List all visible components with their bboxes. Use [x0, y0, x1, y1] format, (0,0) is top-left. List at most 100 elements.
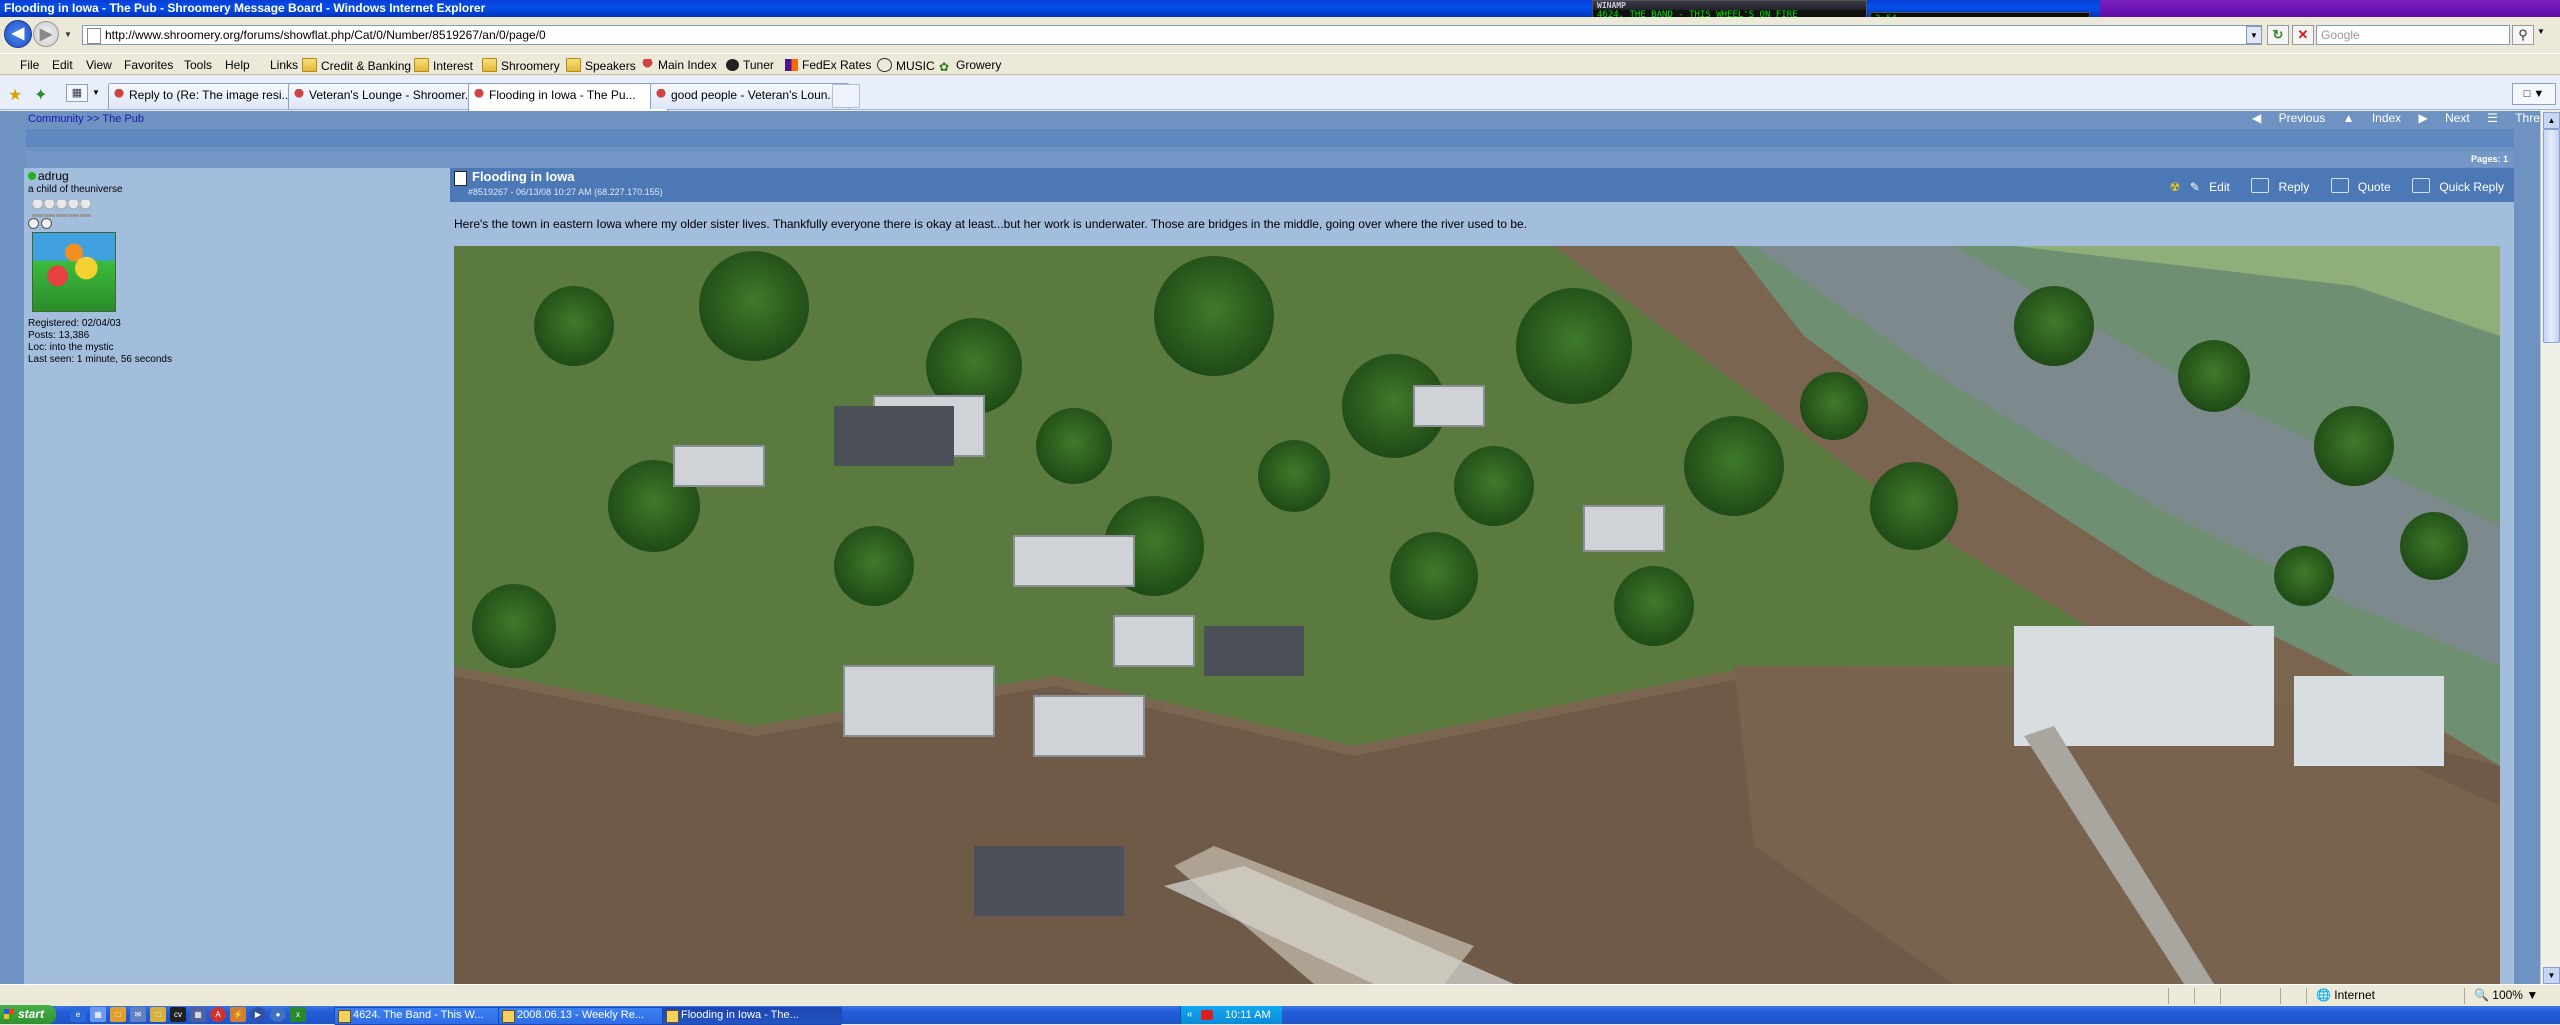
mushroom-rank-icon [56, 200, 67, 217]
quick-tabs-button[interactable]: ▦ [66, 84, 88, 102]
menu-favorites[interactable]: Favorites [124, 58, 173, 72]
author-registered: Registered: 02/04/03 [28, 318, 121, 329]
link-label: Tuner [743, 58, 774, 72]
tab-veterans-lounge[interactable]: Veteran's Lounge - Shroomer... [288, 83, 486, 109]
mail-quicklaunch-icon[interactable]: ✉ [130, 1007, 146, 1022]
link-shroomery[interactable]: Shroomery [482, 58, 560, 73]
window-title-bar[interactable]: Flooding in Iowa - The Pub - Shroomery M… [0, 0, 2560, 17]
index-link[interactable]: ▲ Index [2343, 111, 2402, 125]
taskbar-item-weekly-report[interactable]: 2008.06.13 - Weekly Re... [498, 1007, 676, 1025]
link-tuner[interactable]: Tuner [726, 58, 774, 72]
breadcrumb-the-pub[interactable]: The Pub [102, 113, 144, 125]
mushroom-icon [293, 89, 305, 101]
forward-button[interactable]: ▶ [33, 21, 59, 47]
stop-button[interactable]: ✕ [2292, 25, 2314, 45]
menu-tools[interactable]: Tools [184, 58, 212, 72]
link-interest[interactable]: Interest [414, 58, 473, 73]
address-dropdown-button[interactable]: ▼ [2246, 26, 2262, 44]
search-button[interactable]: ⚲ [2512, 25, 2534, 45]
link-fedex-rates[interactable]: FedEx Rates [785, 58, 871, 72]
mushroom-rank-icon [80, 200, 91, 217]
link-music[interactable]: MUSIC [877, 58, 935, 73]
tray-app-icon[interactable] [1201, 1010, 1213, 1020]
author-tagline: a child of theuniverse [28, 184, 123, 195]
menu-help[interactable]: Help [225, 58, 250, 72]
new-tab-button[interactable] [832, 84, 860, 108]
explorer-quicklaunch-icon[interactable]: ▦ [90, 1007, 106, 1022]
edit-button[interactable]: ✎ Edit [2190, 180, 2230, 194]
link-main-index[interactable]: Main Index [641, 58, 717, 72]
files-quicklaunch-icon[interactable]: □ [150, 1007, 166, 1022]
flood-aerial-photo[interactable] [454, 246, 2500, 984]
link-label: MUSIC [896, 59, 935, 73]
reply-button[interactable]: Reply [2279, 180, 2310, 194]
pages-bar: Pages: 1 [26, 151, 2514, 167]
status-divider [2168, 988, 2169, 1004]
online-status-icon [28, 172, 36, 180]
ie-quicklaunch-icon[interactable]: e [70, 1007, 86, 1022]
previous-link[interactable]: ◀ Previous [2252, 111, 2325, 125]
task-label: 2008.06.13 - Weekly Re... [517, 1009, 644, 1021]
app-quicklaunch-icon[interactable]: ▦ [190, 1007, 206, 1022]
breadcrumb-community[interactable]: Community [28, 113, 84, 125]
add-favorite-icon[interactable]: ✦ [34, 85, 47, 105]
recent-pages-dropdown[interactable]: ▼ [64, 30, 72, 39]
ie-icon [666, 1010, 679, 1023]
media-quicklaunch-icon[interactable]: ▶ [250, 1007, 266, 1022]
folder-icon [566, 58, 581, 72]
scroll-thumb[interactable] [2543, 129, 2560, 343]
zoom-level[interactable]: 🔍 100% ▼ [2474, 988, 2538, 1002]
next-link[interactable]: ▶ Next [2419, 111, 2470, 125]
show-hidden-icons-chevron-icon[interactable]: « [1187, 1006, 1193, 1024]
mushroom-rank-icon [44, 200, 55, 217]
favorites-star-icon[interactable]: ★ [8, 85, 22, 105]
tab-good-people[interactable]: good people - Veteran's Loun... [650, 83, 850, 109]
pages-label[interactable]: Pages: 1 [2471, 154, 2508, 164]
breadcrumb-separator: >> [86, 113, 100, 125]
quick-reply-button[interactable]: Quick Reply [2439, 180, 2504, 194]
menu-bar: File Edit View Favorites Tools Help Link… [0, 53, 2560, 75]
link-growery[interactable]: ✿ Growery [939, 58, 1001, 73]
globe-quicklaunch-icon[interactable]: ● [270, 1007, 286, 1022]
security-zone[interactable]: 🌐 Internet [2316, 988, 2375, 1002]
refresh-button[interactable]: ↻ [2267, 25, 2289, 45]
folder-icon [482, 58, 497, 72]
address-input[interactable]: http://www.shroomery.org/forums/showflat… [82, 25, 2262, 45]
tab-list-dropdown[interactable]: ▼ [92, 88, 100, 97]
tab-label: Reply to (Re: The image resi... [129, 88, 292, 102]
thread-navigation: ◀ Previous ▲ Index ▶ Next ☰ Threaded [2238, 111, 2560, 125]
mushroom-icon [641, 59, 654, 71]
search-input[interactable]: Google [2316, 25, 2510, 45]
page-menu-button[interactable]: □ ▼ [2512, 83, 2556, 105]
scroll-down-arrow-icon[interactable]: ▼ [2543, 967, 2560, 984]
status-bar: 🌐 Internet 🔍 100% ▼ [0, 984, 2560, 1006]
taskbar-item-winamp[interactable]: 4624. The Band - This W... [334, 1007, 512, 1025]
clock[interactable]: 10:11 AM [1225, 1006, 1271, 1024]
tab-flooding-in-iowa[interactable]: Flooding in Iowa - The Pu...✕ [468, 83, 668, 111]
edit-label: Edit [2209, 180, 2230, 194]
terminal-quicklaunch-icon[interactable]: cv [170, 1007, 186, 1022]
link-credit-banking[interactable]: Credit & Banking [302, 58, 411, 73]
radioactive-icon[interactable]: ☢ [2170, 180, 2181, 194]
tab-reply[interactable]: Reply to (Re: The image resi... [108, 83, 306, 109]
excel-quicklaunch-icon[interactable]: x [290, 1007, 306, 1022]
author-name[interactable]: adrug [38, 169, 69, 183]
menu-file[interactable]: File [20, 58, 39, 72]
taskbar-item-flooding-in-iowa[interactable]: Flooding in Iowa - The... [662, 1007, 842, 1025]
back-button[interactable]: ◀ [4, 20, 32, 48]
menu-edit[interactable]: Edit [52, 58, 73, 72]
search-options-dropdown[interactable]: ▼ [2537, 27, 2545, 36]
status-divider [2306, 988, 2307, 1004]
scroll-up-arrow-icon[interactable]: ▲ [2543, 112, 2560, 129]
author-location: Loc: into the mystic [28, 342, 114, 353]
start-button[interactable]: start [0, 1005, 56, 1024]
winamp-quicklaunch-icon[interactable]: ⚡ [230, 1007, 246, 1022]
quote-button[interactable]: Quote [2358, 180, 2391, 194]
link-speakers[interactable]: Speakers [566, 58, 636, 73]
menu-view[interactable]: View [86, 58, 112, 72]
folder-quicklaunch-icon[interactable]: □ [110, 1007, 126, 1022]
system-tray: « 10:11 AM [1180, 1006, 1282, 1024]
music-icon [877, 58, 892, 72]
aol-quicklaunch-icon[interactable]: A [210, 1007, 226, 1022]
vertical-scrollbar[interactable]: ▲ ▼ [2540, 111, 2560, 984]
